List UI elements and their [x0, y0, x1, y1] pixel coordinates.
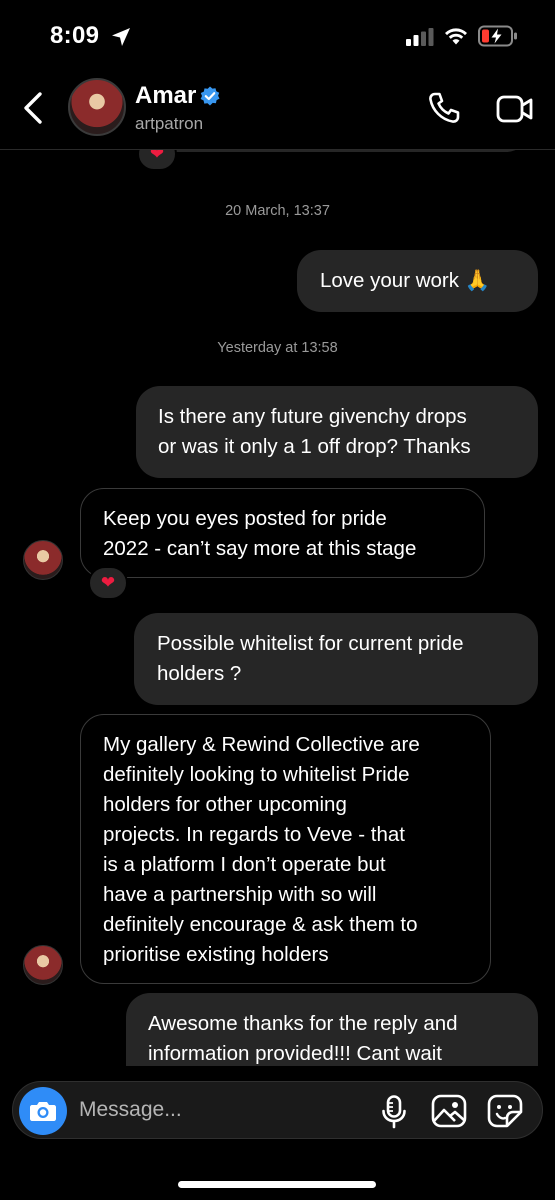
sender-avatar[interactable] [23, 540, 63, 580]
outgoing-message[interactable]: Possible whitelist for current pride hol… [134, 613, 538, 705]
timestamp: Yesterday at 13:58 [217, 340, 338, 356]
back-chevron-icon[interactable] [18, 90, 48, 126]
incoming-message[interactable]: My gallery & Rewind Collective are defin… [80, 714, 491, 984]
contact-handle[interactable]: artpatron [135, 114, 203, 134]
video-camera-icon[interactable] [496, 92, 534, 126]
wifi-icon [445, 28, 467, 45]
message-text: Is there any future givenchy drops or wa… [158, 405, 471, 458]
sender-avatar[interactable] [23, 945, 63, 985]
outgoing-message[interactable]: Is there any future givenchy drops or wa… [136, 386, 538, 478]
heart-reaction[interactable]: ❤ [88, 566, 128, 600]
message-text: My gallery & Rewind Collective are defin… [103, 733, 420, 966]
contact-name[interactable]: Amar [135, 82, 196, 110]
camera-button[interactable] [19, 1087, 67, 1135]
microphone-icon[interactable] [381, 1095, 407, 1129]
outgoing-message[interactable]: Love your work 🙏 [297, 250, 538, 312]
location-arrow-icon [112, 28, 130, 46]
message-text: Love your work 🙏 [320, 269, 491, 292]
status-bar: 8:09 [0, 0, 555, 72]
phone-icon[interactable] [426, 90, 462, 126]
incoming-message[interactable]: Keep you eyes posted for pride 2022 - ca… [80, 488, 485, 578]
message-text: Possible whitelist for current pride hol… [157, 632, 464, 685]
message-thread[interactable]: ❤ 20 March, 13:37 Love your work 🙏 Yeste… [0, 120, 555, 1080]
timestamp: 20 March, 13:37 [225, 203, 330, 219]
signal-icon [406, 28, 434, 46]
sticker-icon[interactable] [487, 1094, 523, 1128]
contact-avatar[interactable] [68, 78, 126, 136]
message-text: Keep you eyes posted for pride 2022 - ca… [103, 507, 417, 560]
chat-header: Amar artpatron [0, 72, 555, 150]
gallery-icon[interactable] [431, 1094, 467, 1128]
battery-icon [478, 25, 517, 47]
camera-icon [30, 1102, 56, 1121]
message-input[interactable] [79, 1092, 369, 1128]
home-indicator[interactable] [178, 1181, 376, 1188]
verified-badge-icon [200, 86, 220, 106]
message-composer [12, 1081, 543, 1139]
status-time: 8:09 [50, 22, 100, 49]
